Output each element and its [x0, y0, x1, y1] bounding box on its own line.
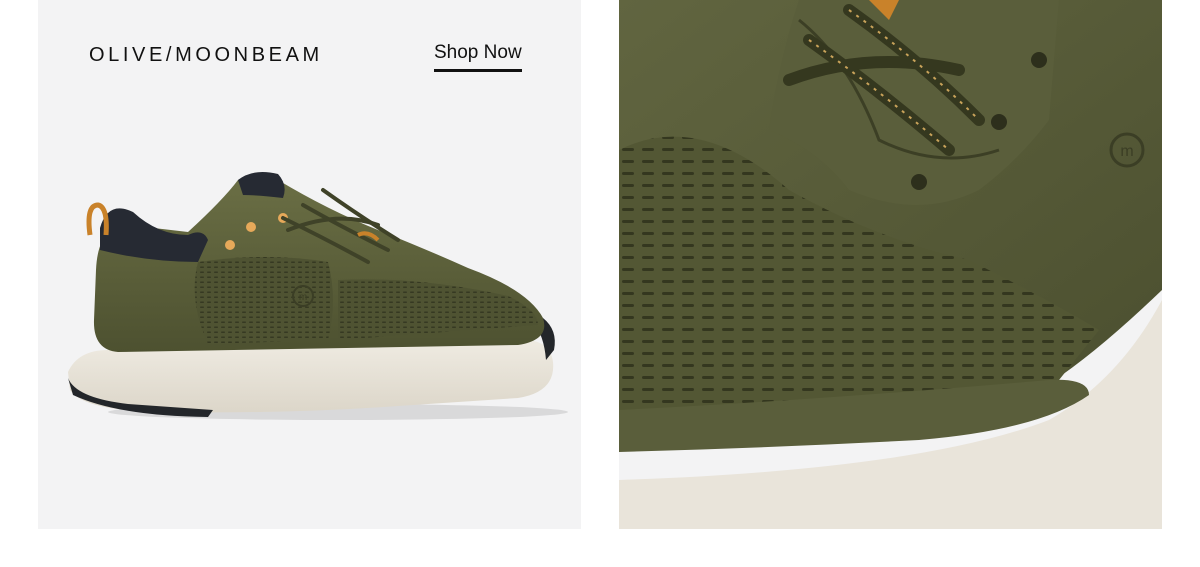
svg-text:m: m [1120, 143, 1133, 160]
shoe-side-image[interactable]: m [38, 0, 581, 529]
product-card-left: m OLIVE/MOONBEAM Shop Now [38, 0, 581, 529]
shop-now-link[interactable]: Shop Now [434, 42, 522, 72]
colorway-title: OLIVE/MOONBEAM [89, 44, 323, 66]
svg-text:m: m [299, 292, 307, 303]
shoe-closeup-image[interactable]: m [619, 0, 1162, 529]
product-card-right: m [619, 0, 1162, 529]
